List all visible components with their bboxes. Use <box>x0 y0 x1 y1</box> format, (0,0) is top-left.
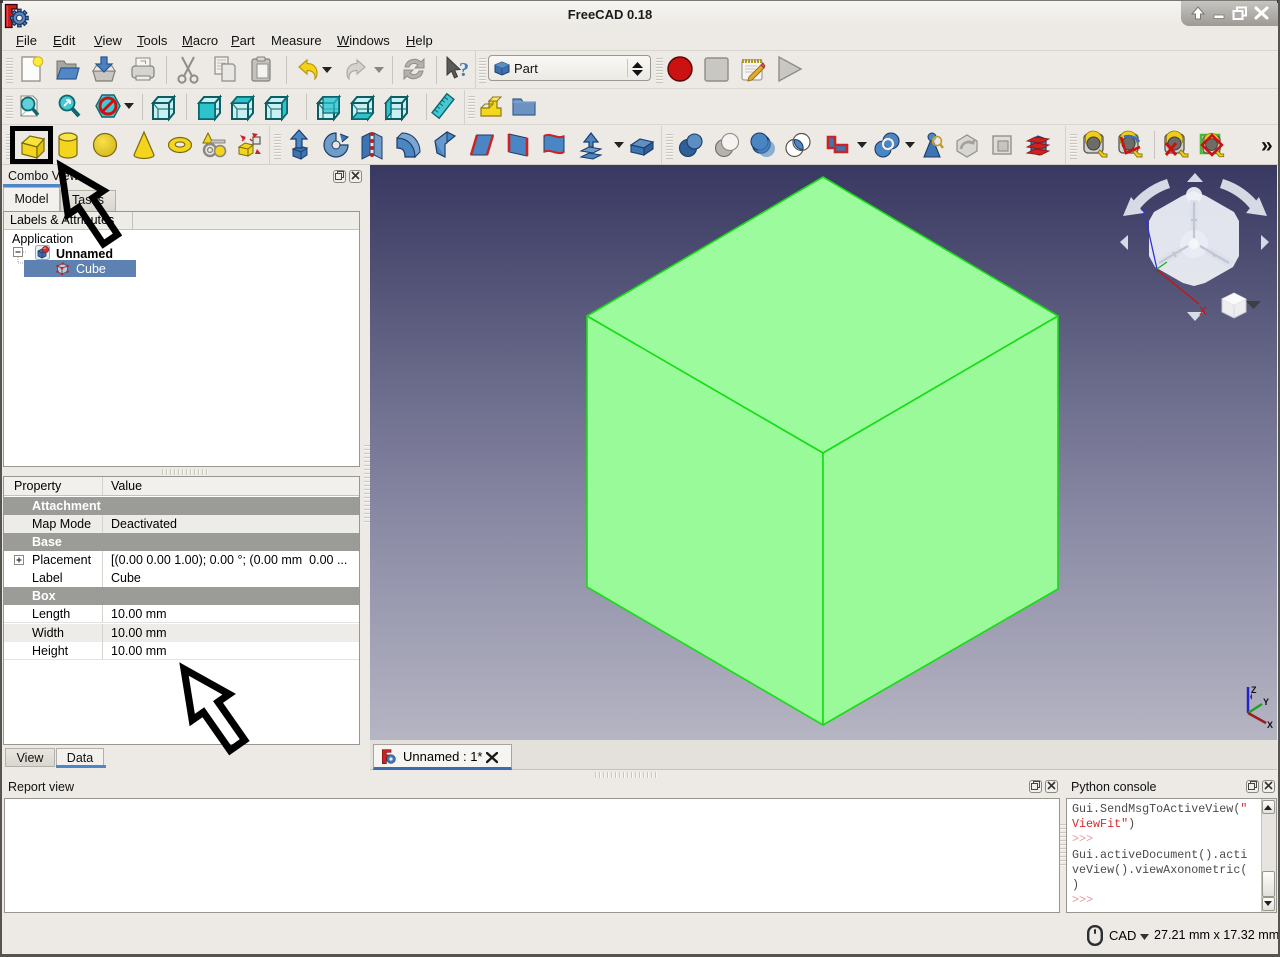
svg-text:Z: Z <box>1251 685 1257 695</box>
svg-text:?: ? <box>459 59 469 81</box>
svg-text:X: X <box>1199 304 1207 318</box>
svg-text:X: X <box>1267 720 1273 730</box>
svg-text:Z: Z <box>1140 207 1147 221</box>
svg-text:»: » <box>1261 134 1273 157</box>
svg-text:Y: Y <box>1263 697 1269 707</box>
